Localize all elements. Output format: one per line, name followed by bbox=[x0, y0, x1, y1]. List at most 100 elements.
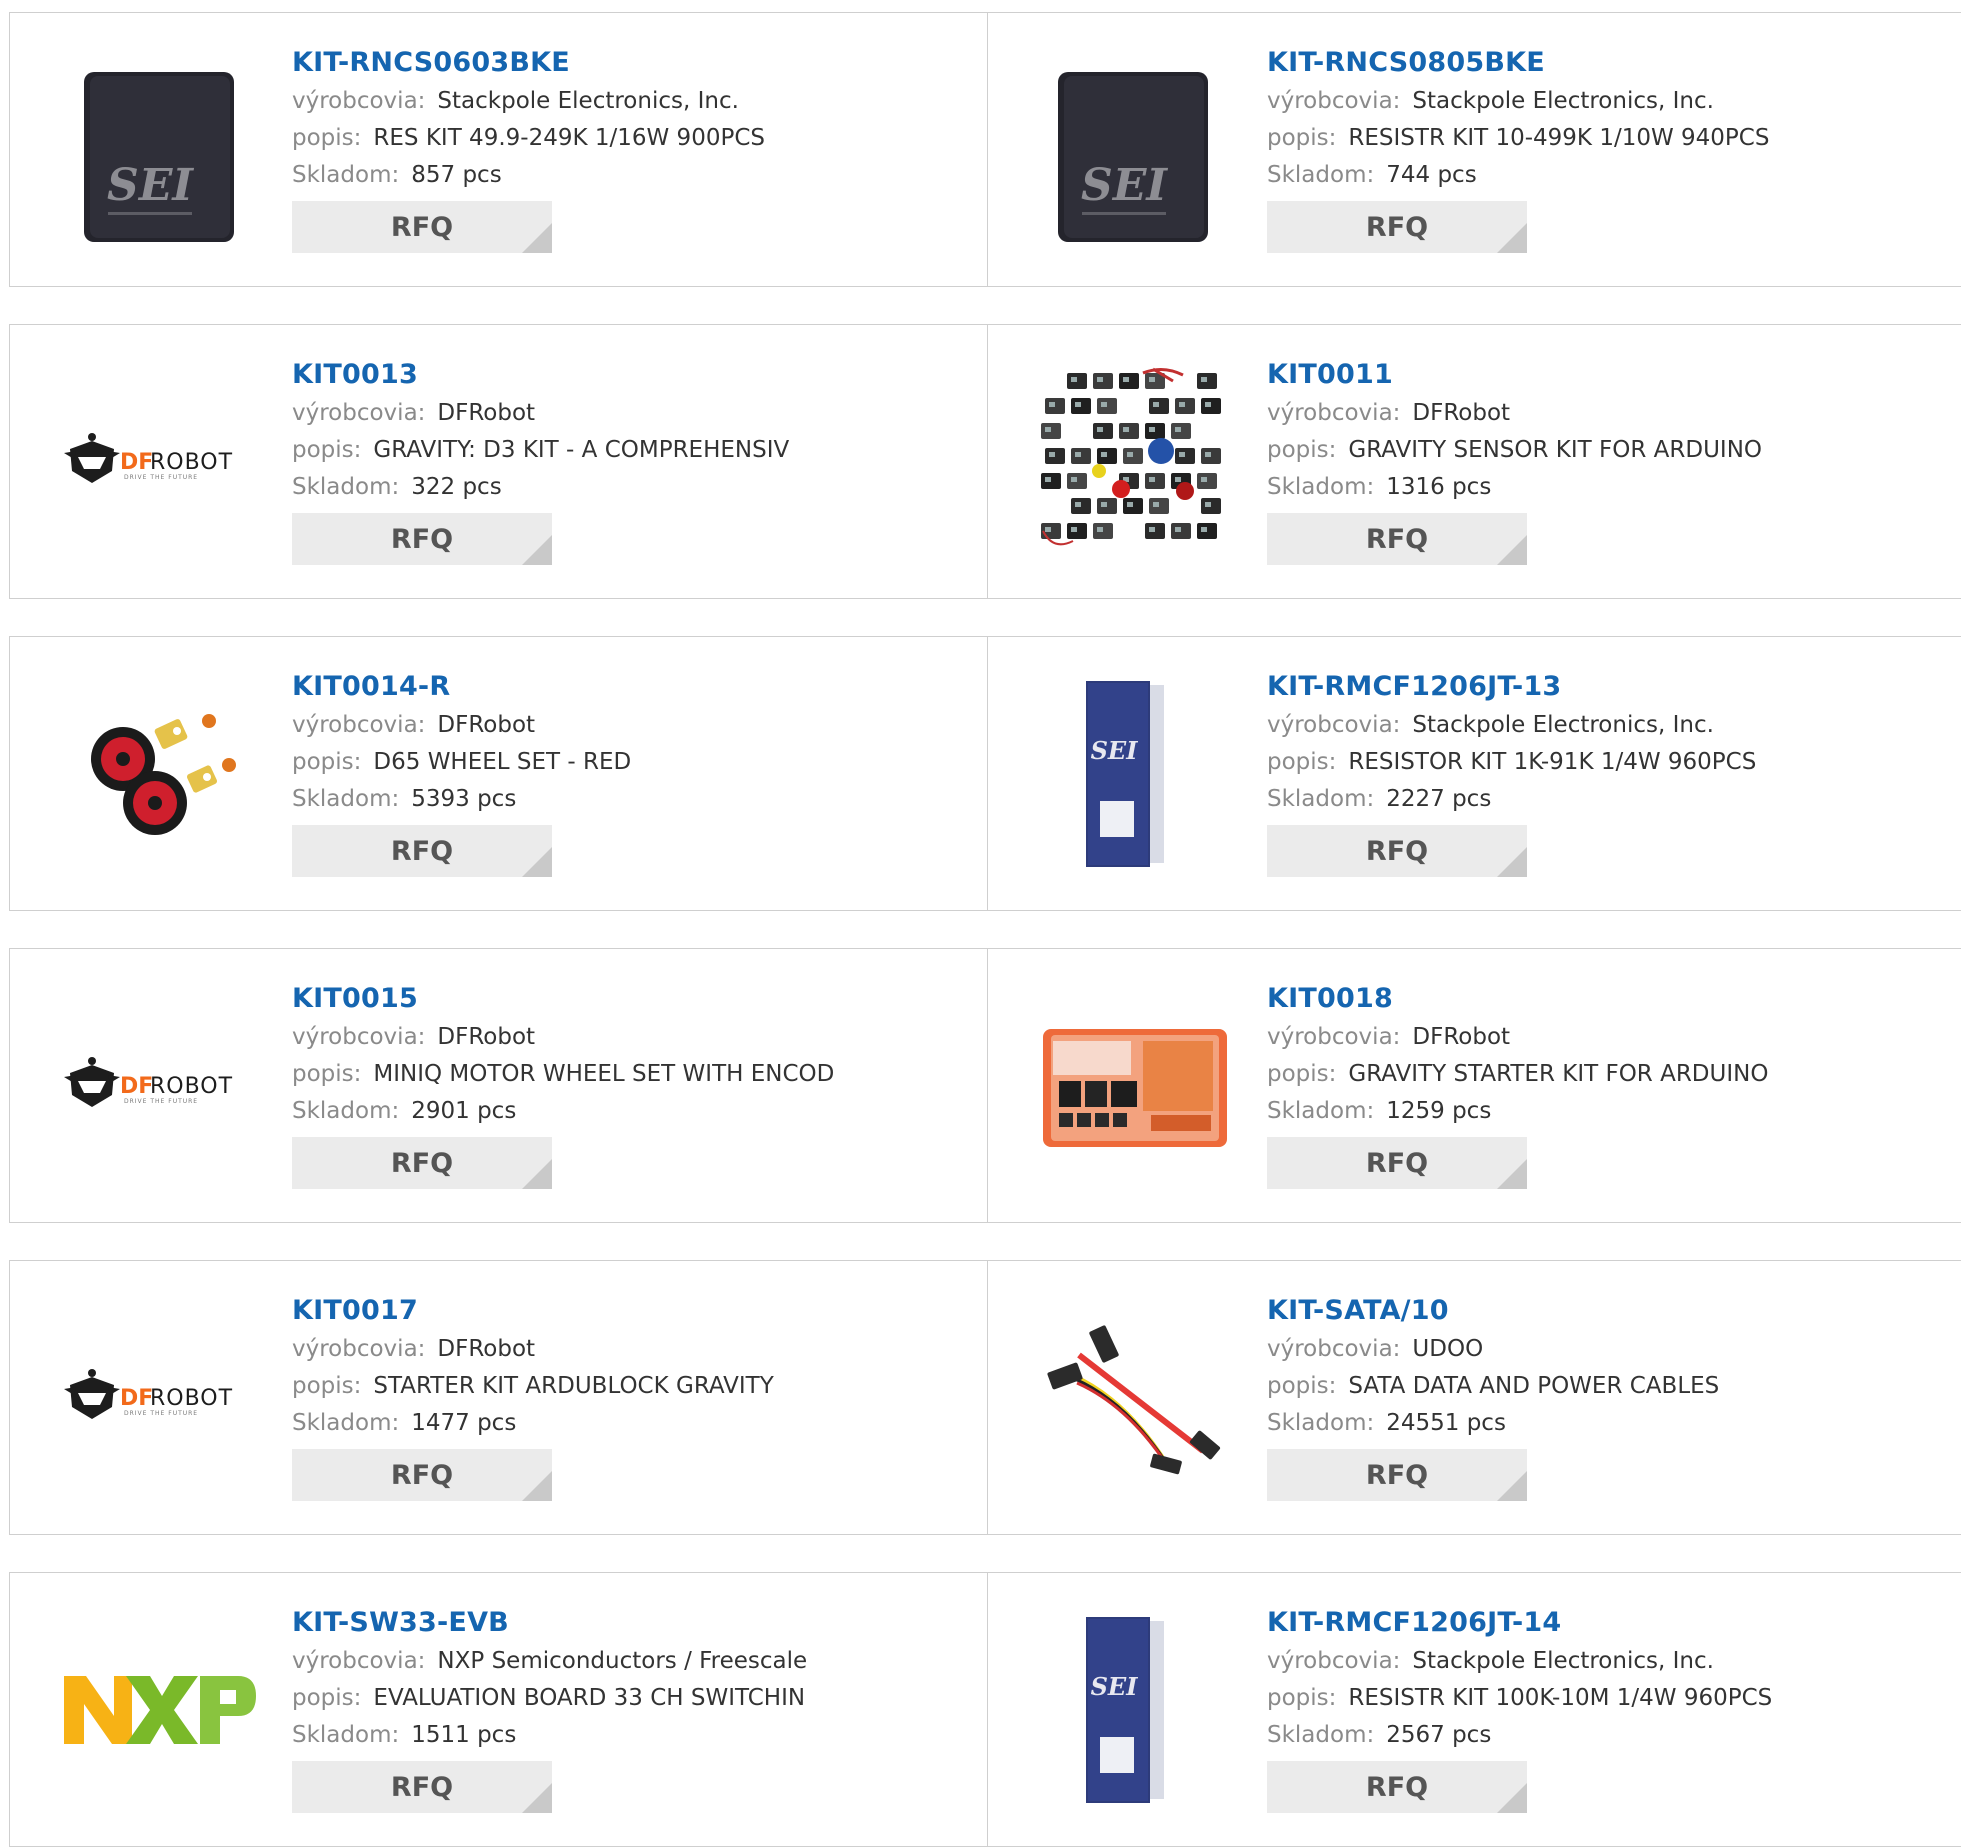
manufacturer-value: Stackpole Electronics, Inc. bbox=[1412, 712, 1714, 738]
product-image[interactable]: SEI bbox=[1028, 49, 1238, 249]
description-label: popis: bbox=[292, 1685, 362, 1711]
product-image[interactable]: DF ROBOT DRIVE THE FUTURE bbox=[54, 985, 264, 1185]
manufacturer-value: DFRobot bbox=[437, 1024, 536, 1050]
stock-row: Skladom: 24551 pcs bbox=[1267, 1405, 1955, 1442]
rfq-button[interactable]: RFQ bbox=[292, 513, 552, 565]
stock-value: 1477 pcs bbox=[411, 1410, 517, 1436]
stock-value: 5393 pcs bbox=[411, 786, 517, 812]
manufacturer-label: výrobcovia: bbox=[292, 88, 426, 114]
manufacturer-value: DFRobot bbox=[437, 712, 536, 738]
product-image[interactable] bbox=[1028, 361, 1238, 561]
product-part-number-link[interactable]: KIT0011 bbox=[1267, 355, 1393, 395]
product-part-number-link[interactable]: KIT-SW33-EVB bbox=[292, 1603, 509, 1643]
description-row: popis: GRAVITY SENSOR KIT FOR ARDUINO bbox=[1267, 432, 1955, 469]
corner-triangle-icon bbox=[522, 1471, 552, 1501]
product-part-number-link[interactable]: KIT0018 bbox=[1267, 979, 1393, 1019]
stock-row: Skladom: 2567 pcs bbox=[1267, 1717, 1955, 1754]
stock-value: 744 pcs bbox=[1386, 162, 1477, 188]
rfq-button[interactable]: RFQ bbox=[1267, 1449, 1527, 1501]
rfq-button-label: RFQ bbox=[390, 835, 454, 867]
product-part-number-link[interactable]: KIT-RNCS0805BKE bbox=[1267, 43, 1545, 83]
product-part-number-link[interactable]: KIT0015 bbox=[292, 979, 418, 1019]
product-grid: SEI KIT-RNCS0603BKE výrobcovia: Stackpole… bbox=[0, 0, 1961, 1847]
stock-value: 2567 pcs bbox=[1386, 1722, 1492, 1748]
product-part-number-link[interactable]: KIT-RMCF1206JT-14 bbox=[1267, 1603, 1561, 1643]
rfq-button[interactable]: RFQ bbox=[292, 1761, 552, 1813]
rfq-button-label: RFQ bbox=[390, 211, 454, 243]
rfq-button[interactable]: RFQ bbox=[1267, 201, 1527, 253]
product-image[interactable]: SEI bbox=[1028, 673, 1238, 873]
corner-triangle-icon bbox=[522, 1159, 552, 1189]
stock-label: Skladom: bbox=[292, 786, 400, 812]
description-row: popis: SATA DATA AND POWER CABLES bbox=[1267, 1368, 1955, 1405]
product-image[interactable]: SEI bbox=[1028, 1609, 1238, 1809]
svg-text:DF: DF bbox=[120, 1074, 153, 1099]
description-label: popis: bbox=[292, 749, 362, 775]
rfq-button-label: RFQ bbox=[390, 1459, 454, 1491]
product-part-number-link[interactable]: KIT0014-R bbox=[292, 667, 450, 707]
manufacturer-value: DFRobot bbox=[437, 1336, 536, 1362]
stock-value: 2227 pcs bbox=[1386, 786, 1492, 812]
rfq-button[interactable]: RFQ bbox=[1267, 1761, 1527, 1813]
description-value: GRAVITY SENSOR KIT FOR ARDUINO bbox=[1348, 437, 1763, 463]
manufacturer-row: výrobcovia: Stackpole Electronics, Inc. bbox=[1267, 1643, 1955, 1680]
product-image[interactable] bbox=[54, 1609, 264, 1809]
product-part-number-link[interactable]: KIT0017 bbox=[292, 1291, 418, 1331]
rfq-button[interactable]: RFQ bbox=[292, 825, 552, 877]
rfq-button[interactable]: RFQ bbox=[1267, 513, 1527, 565]
product-part-number-link[interactable]: KIT-RMCF1206JT-13 bbox=[1267, 667, 1561, 707]
description-row: popis: MINIQ MOTOR WHEEL SET WITH ENCOD bbox=[292, 1056, 977, 1093]
description-label: popis: bbox=[292, 437, 362, 463]
rfq-button[interactable]: RFQ bbox=[292, 1137, 552, 1189]
product-card: DF ROBOT DRIVE THE FUTURE KIT0013 výrobc… bbox=[9, 324, 988, 599]
description-row: popis: RESISTOR KIT 1K-91K 1/4W 960PCS bbox=[1267, 744, 1955, 781]
manufacturer-value: Stackpole Electronics, Inc. bbox=[1412, 88, 1714, 114]
description-value: RESISTR KIT 10-499K 1/10W 940PCS bbox=[1348, 125, 1770, 151]
product-card: KIT-SW33-EVB výrobcovia: NXP Semiconducto… bbox=[9, 1572, 988, 1847]
product-image[interactable]: DF ROBOT DRIVE THE FUTURE bbox=[54, 361, 264, 561]
description-label: popis: bbox=[1267, 437, 1337, 463]
manufacturer-label: výrobcovia: bbox=[1267, 712, 1401, 738]
product-part-number-link[interactable]: KIT0013 bbox=[292, 355, 418, 395]
manufacturer-label: výrobcovia: bbox=[292, 1024, 426, 1050]
manufacturer-row: výrobcovia: Stackpole Electronics, Inc. bbox=[1267, 707, 1955, 744]
corner-triangle-icon bbox=[522, 223, 552, 253]
stock-label: Skladom: bbox=[1267, 1098, 1375, 1124]
rfq-button[interactable]: RFQ bbox=[292, 201, 552, 253]
corner-triangle-icon bbox=[1497, 1783, 1527, 1813]
manufacturer-label: výrobcovia: bbox=[1267, 1648, 1401, 1674]
rfq-button-label: RFQ bbox=[1365, 211, 1429, 243]
svg-text:DF: DF bbox=[120, 1386, 153, 1411]
rfq-button[interactable]: RFQ bbox=[1267, 1137, 1527, 1189]
product-image[interactable] bbox=[1028, 985, 1238, 1185]
rfq-button[interactable]: RFQ bbox=[292, 1449, 552, 1501]
product-part-number-link[interactable]: KIT-RNCS0603BKE bbox=[292, 43, 570, 83]
description-value: STARTER KIT ARDUBLOCK GRAVITY bbox=[373, 1373, 774, 1399]
stock-row: Skladom: 1477 pcs bbox=[292, 1405, 977, 1442]
svg-text:SEI: SEI bbox=[107, 160, 194, 211]
product-image[interactable] bbox=[54, 673, 264, 873]
product-image[interactable]: DF ROBOT DRIVE THE FUTURE bbox=[54, 1297, 264, 1497]
product-image[interactable] bbox=[1028, 1297, 1238, 1497]
description-label: popis: bbox=[1267, 749, 1337, 775]
manufacturer-label: výrobcovia: bbox=[1267, 1336, 1401, 1362]
corner-triangle-icon bbox=[1497, 847, 1527, 877]
rfq-button-label: RFQ bbox=[1365, 1459, 1429, 1491]
product-card: SEI KIT-RNCS0603BKE výrobcovia: Stackpole… bbox=[9, 12, 988, 287]
description-label: popis: bbox=[292, 1373, 362, 1399]
rfq-button-label: RFQ bbox=[1365, 1771, 1429, 1803]
manufacturer-row: výrobcovia: NXP Semiconductors / Freescal… bbox=[292, 1643, 977, 1680]
description-row: popis: RES KIT 49.9-249K 1/16W 900PCS bbox=[292, 120, 977, 157]
corner-triangle-icon bbox=[522, 535, 552, 565]
product-part-number-link[interactable]: KIT-SATA/10 bbox=[1267, 1291, 1449, 1331]
product-card: SEI KIT-RMCF1206JT-13 výrobcovia: Stackpo… bbox=[987, 636, 1961, 911]
rfq-button[interactable]: RFQ bbox=[1267, 825, 1527, 877]
product-image[interactable]: SEI bbox=[54, 49, 264, 249]
stock-label: Skladom: bbox=[292, 1410, 400, 1436]
manufacturer-row: výrobcovia: Stackpole Electronics, Inc. bbox=[1267, 83, 1955, 120]
stock-value: 1511 pcs bbox=[411, 1722, 517, 1748]
description-row: popis: RESISTR KIT 100K-10M 1/4W 960PCS bbox=[1267, 1680, 1955, 1717]
stock-label: Skladom: bbox=[1267, 786, 1375, 812]
manufacturer-row: výrobcovia: DFRobot bbox=[292, 1019, 977, 1056]
manufacturer-value: DFRobot bbox=[437, 400, 536, 426]
